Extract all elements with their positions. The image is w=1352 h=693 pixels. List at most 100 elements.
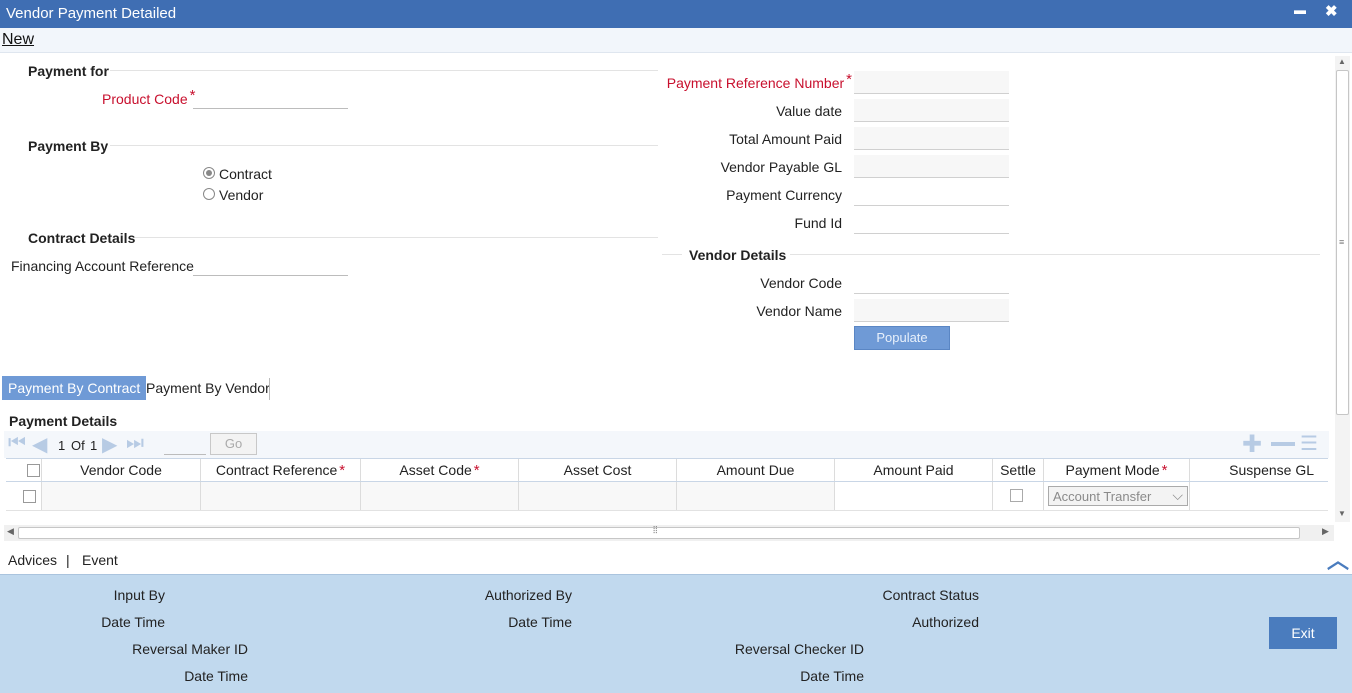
tab-divider bbox=[269, 378, 270, 400]
contract-details-heading: Contract Details bbox=[28, 230, 136, 246]
next-page-icon[interactable]: ▶ bbox=[102, 432, 117, 457]
vendor-name-input bbox=[854, 299, 1009, 322]
total-amount-paid-label: Total Amount Paid bbox=[729, 131, 842, 147]
authorization-status-label: Authorized bbox=[912, 614, 979, 630]
populate-button[interactable]: Populate bbox=[854, 326, 950, 350]
row-select-checkbox[interactable] bbox=[23, 490, 36, 503]
product-code-input[interactable] bbox=[193, 87, 348, 109]
contract-radio[interactable] bbox=[203, 167, 215, 179]
grid-header: Vendor Code Contract Reference * Asset Co… bbox=[6, 458, 1328, 482]
authorized-by-label: Authorized By bbox=[484, 587, 572, 603]
fund-id-label: Fund Id bbox=[794, 215, 842, 231]
vendor-details-heading: Vendor Details bbox=[689, 247, 787, 263]
section-divider bbox=[110, 70, 658, 71]
chevron-down-icon: ⌵ bbox=[1172, 487, 1183, 503]
vendor-code-cell[interactable] bbox=[42, 482, 201, 510]
section-divider bbox=[110, 145, 658, 146]
vertical-scrollbar[interactable]: ▲ ≡ ▼ bbox=[1335, 56, 1350, 522]
add-row-icon[interactable]: ✚ bbox=[1242, 430, 1262, 459]
financing-account-reference-input[interactable] bbox=[193, 254, 348, 276]
vendor-payable-gl-label: Vendor Payable GL bbox=[720, 159, 842, 175]
scroll-up-icon[interactable]: ▲ bbox=[1338, 57, 1346, 66]
vendor-payable-gl-input bbox=[854, 155, 1009, 178]
pager-current: 1 bbox=[58, 438, 66, 453]
settle-cell bbox=[993, 482, 1044, 510]
section-divider bbox=[790, 254, 1320, 255]
payment-reference-number-label: Payment Reference Number * bbox=[666, 71, 852, 91]
column-suspense-gl[interactable]: Suspense GL bbox=[1190, 459, 1328, 481]
column-payment-mode[interactable]: Payment Mode * bbox=[1044, 459, 1190, 481]
tab-payment-by-contract[interactable]: Payment By Contract bbox=[2, 376, 147, 400]
menu-bar: New bbox=[0, 28, 1352, 53]
vertical-scroll-thumb[interactable]: ≡ bbox=[1336, 70, 1349, 415]
date-time-label: Date Time bbox=[184, 668, 248, 684]
value-date-input bbox=[854, 99, 1009, 122]
date-time-label: Date Time bbox=[508, 614, 572, 630]
horizontal-scrollbar[interactable]: ◀ ⦙⦙ ▶ bbox=[4, 525, 1334, 541]
tab-payment-by-vendor[interactable]: Payment By Vendor bbox=[140, 376, 276, 400]
go-button[interactable]: Go bbox=[210, 433, 257, 455]
settle-checkbox[interactable] bbox=[1010, 489, 1023, 502]
suspense-gl-cell[interactable] bbox=[1190, 482, 1328, 510]
delete-row-icon[interactable] bbox=[1271, 442, 1295, 446]
scroll-down-icon[interactable]: ▼ bbox=[1338, 509, 1346, 518]
pager-total: 1 bbox=[90, 438, 98, 453]
asset-code-cell[interactable] bbox=[361, 482, 519, 510]
input-by-label: Input By bbox=[113, 587, 165, 603]
contract-status-label: Contract Status bbox=[882, 587, 980, 603]
column-amount-due[interactable]: Amount Due bbox=[677, 459, 835, 481]
value-date-label: Value date bbox=[776, 103, 842, 119]
payment-for-heading: Payment for bbox=[28, 63, 109, 79]
payment-currency-input[interactable] bbox=[854, 183, 1009, 206]
window-title-bar: Vendor Payment Detailed ▬ ✖ bbox=[0, 0, 1352, 28]
reversal-maker-id-label: Reversal Maker ID bbox=[132, 641, 248, 657]
payment-reference-number-input[interactable] bbox=[854, 71, 1009, 94]
payment-mode-select[interactable]: Account Transfer ⌵ bbox=[1048, 486, 1188, 506]
collapse-up-icon[interactable]: ︿ bbox=[1327, 543, 1349, 575]
date-time-label: Date Time bbox=[800, 668, 864, 684]
column-asset-code[interactable]: Asset Code * bbox=[361, 459, 519, 481]
reversal-checker-id-label: Reversal Checker ID bbox=[734, 641, 864, 657]
previous-page-icon[interactable]: ◀ bbox=[32, 432, 47, 457]
vendor-name-label: Vendor Name bbox=[756, 303, 842, 319]
single-view-icon[interactable]: ☰ bbox=[1300, 431, 1318, 456]
close-icon[interactable]: ✖ bbox=[1325, 2, 1338, 20]
column-asset-cost[interactable]: Asset Cost bbox=[519, 459, 677, 481]
minimize-icon[interactable]: ▬ bbox=[1294, 3, 1306, 17]
pager-of-label: Of bbox=[71, 438, 85, 453]
scroll-right-icon[interactable]: ▶ bbox=[1322, 526, 1329, 537]
contract-radio-label: Contract bbox=[219, 166, 272, 182]
window-title: Vendor Payment Detailed bbox=[6, 5, 177, 22]
vendor-radio[interactable] bbox=[203, 188, 215, 200]
scroll-left-icon[interactable]: ◀ bbox=[7, 526, 14, 537]
horizontal-scroll-thumb[interactable]: ⦙⦙ bbox=[18, 525, 1300, 539]
fund-id-input[interactable] bbox=[854, 211, 1009, 234]
contract-reference-cell[interactable] bbox=[201, 482, 361, 510]
column-amount-paid[interactable]: Amount Paid bbox=[835, 459, 993, 481]
new-menu-link[interactable]: New bbox=[2, 31, 34, 49]
column-contract-reference[interactable]: Contract Reference * bbox=[201, 459, 361, 481]
select-all-checkbox[interactable] bbox=[27, 464, 40, 477]
vendor-code-label: Vendor Code bbox=[760, 275, 842, 291]
exit-button[interactable]: Exit bbox=[1269, 617, 1337, 649]
product-code-label: Product Code * bbox=[102, 87, 196, 107]
column-settle[interactable]: Settle bbox=[993, 459, 1044, 481]
vendor-radio-label: Vendor bbox=[219, 187, 264, 203]
advices-link[interactable]: Advices bbox=[8, 552, 57, 568]
first-page-icon[interactable]: ⏮ bbox=[8, 432, 26, 455]
section-divider bbox=[135, 237, 658, 238]
column-vendor-code[interactable]: Vendor Code bbox=[42, 459, 201, 481]
event-link[interactable]: Event bbox=[82, 552, 118, 568]
payment-currency-label: Payment Currency bbox=[726, 187, 842, 203]
grid-toolbar: ⏮ ◀ 1 Of 1 ▶ ⏭ Go ✚ ☰ bbox=[4, 431, 1329, 458]
sub-screen-links: Advices | Event ︿ bbox=[0, 543, 1352, 573]
asset-cost-cell bbox=[519, 482, 677, 510]
grip-icon: ≡ bbox=[1339, 237, 1345, 247]
amount-paid-cell[interactable] bbox=[835, 482, 993, 510]
link-separator: | bbox=[66, 552, 70, 568]
page-number-input[interactable] bbox=[164, 434, 206, 455]
grip-icon: ⦙⦙ bbox=[653, 525, 658, 536]
amount-due-cell bbox=[677, 482, 835, 510]
vendor-code-input[interactable] bbox=[854, 271, 1009, 294]
last-page-icon[interactable]: ⏭ bbox=[126, 432, 144, 455]
